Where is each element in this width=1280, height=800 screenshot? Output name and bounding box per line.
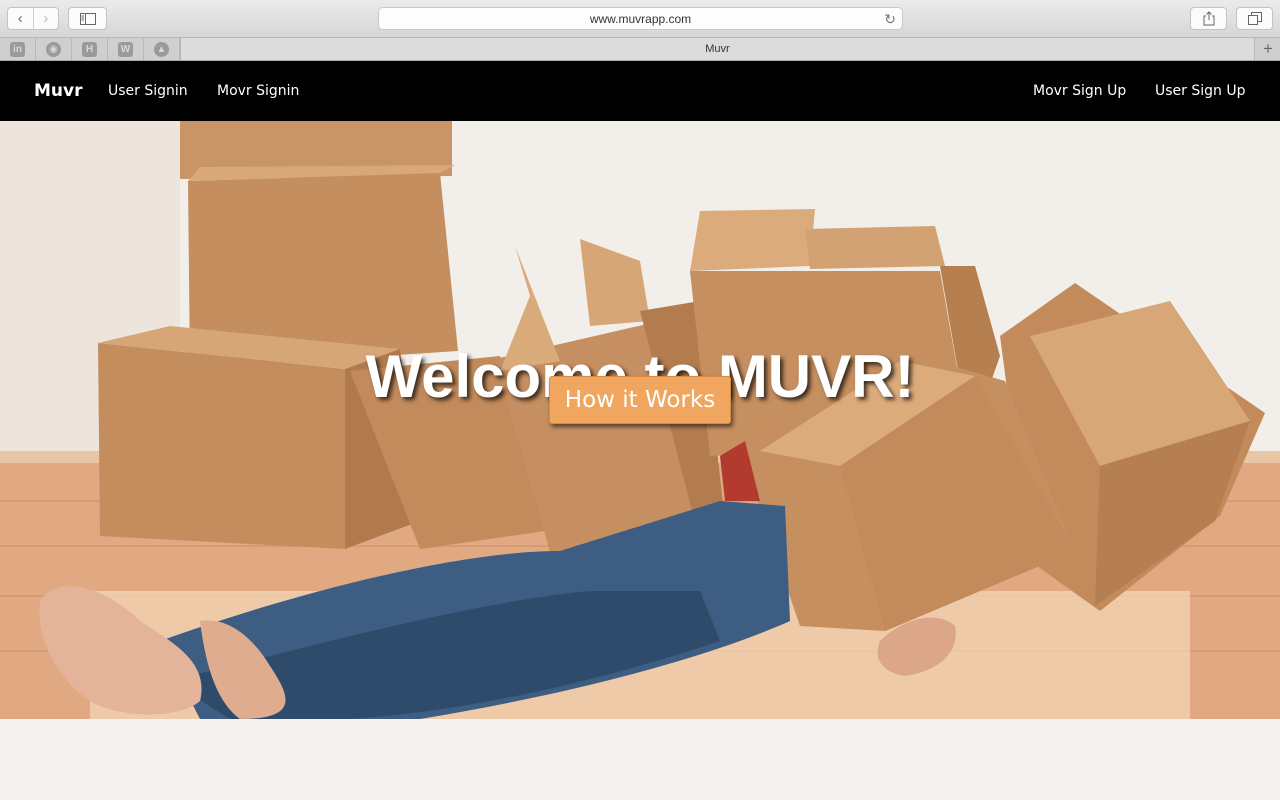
user-signin-link[interactable]: User Signin	[108, 61, 188, 121]
hero-section: Welcome to MUVR! How it Works	[0, 121, 1280, 719]
favorite-github[interactable]: ◉	[36, 38, 72, 60]
share-button[interactable]	[1190, 7, 1227, 30]
sidebar-toggle-button[interactable]	[68, 7, 107, 30]
show-tabs-button[interactable]	[1236, 7, 1273, 30]
movr-signup-link[interactable]: Movr Sign Up	[1033, 61, 1126, 121]
favorite-linkedin[interactable]: in	[0, 38, 36, 60]
browser-toolbar: ‹ › www.muvrapp.com ↻	[0, 0, 1280, 38]
url-text: www.muvrapp.com	[589, 11, 692, 26]
tab-title: Muvr	[705, 43, 730, 55]
plus-icon: +	[1263, 39, 1273, 58]
page-content-area	[0, 719, 1280, 800]
address-bar[interactable]: www.muvrapp.com ↻	[378, 7, 903, 30]
linkedin-icon: in	[10, 41, 25, 57]
chevron-left-icon: ‹	[17, 10, 23, 27]
history-nav: ‹ ›	[7, 7, 59, 30]
tab-muvr[interactable]: Muvr	[180, 38, 1255, 60]
brand-logo-link[interactable]: Muvr	[34, 61, 83, 121]
sidebar-icon	[79, 12, 96, 25]
favorite-hacker[interactable]: H	[72, 38, 108, 60]
user-signup-link[interactable]: User Sign Up	[1155, 61, 1245, 121]
share-icon	[1203, 11, 1214, 26]
tabs-overview-icon	[1247, 12, 1262, 25]
tab-bar: in ◉ H W ▲ Muvr +	[0, 38, 1280, 61]
back-button[interactable]: ‹	[8, 8, 33, 29]
favorite-wikipedia[interactable]: W	[108, 38, 144, 60]
forward-button[interactable]: ›	[32, 8, 59, 29]
how-it-works-button[interactable]: How it Works	[549, 376, 731, 424]
reload-icon[interactable]: ↻	[884, 11, 896, 28]
github-icon: ◉	[46, 41, 61, 57]
favorite-drive[interactable]: ▲	[144, 38, 180, 60]
wikipedia-icon: W	[118, 41, 133, 57]
movr-signin-link[interactable]: Movr Signin	[217, 61, 299, 121]
chevron-right-icon: ›	[43, 10, 49, 27]
new-tab-button[interactable]: +	[1256, 38, 1280, 60]
site-navbar: Muvr User Signin Movr Signin Movr Sign U…	[0, 61, 1280, 121]
hacker-icon: H	[82, 41, 97, 57]
drive-icon: ▲	[154, 41, 169, 57]
